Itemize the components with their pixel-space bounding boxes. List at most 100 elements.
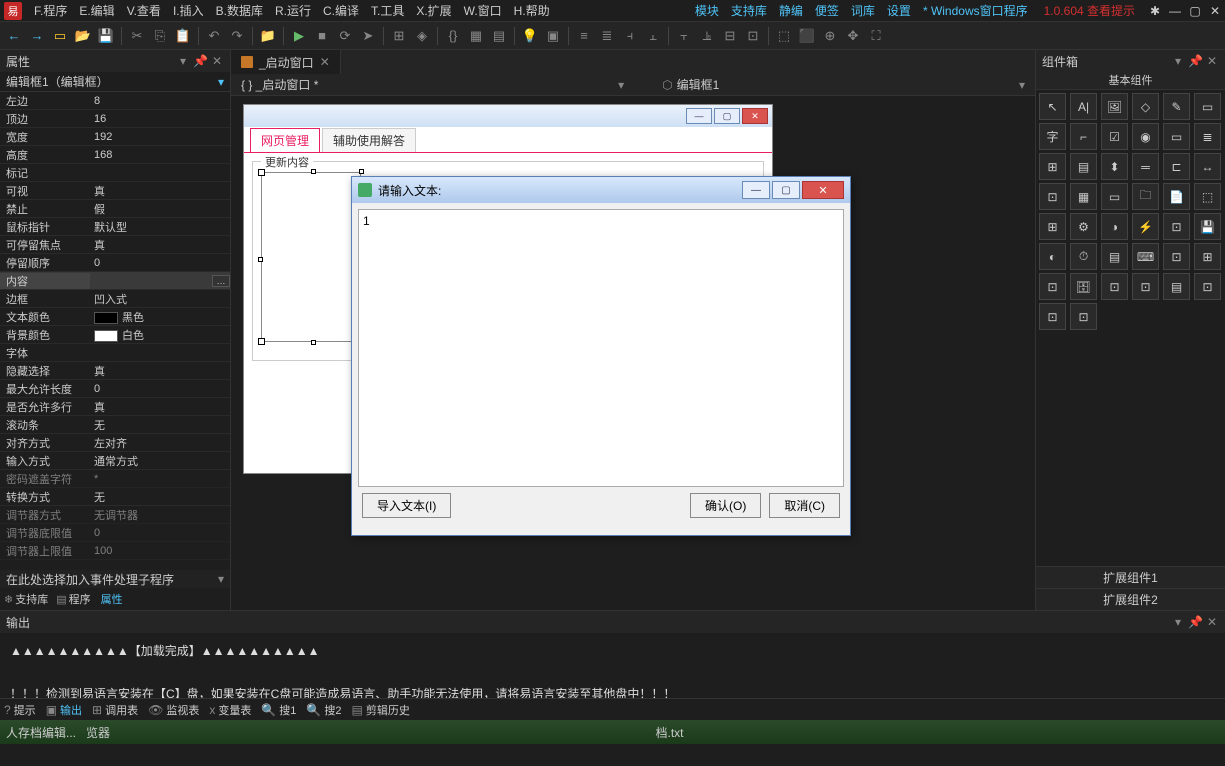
menu-link[interactable]: 设置 xyxy=(881,4,917,18)
props-tab[interactable]: ▤程序 xyxy=(56,591,90,607)
dialog-min-button[interactable]: — xyxy=(742,181,770,199)
property-value[interactable]: 真 xyxy=(90,363,230,379)
property-row[interactable]: 顶边 16 xyxy=(0,110,230,128)
min-button[interactable]: — xyxy=(686,108,712,124)
property-row[interactable]: 密码遮盖字符 * xyxy=(0,470,230,488)
property-row[interactable]: 文本颜色 黑色 xyxy=(0,308,230,326)
doc-title[interactable]: * Windows窗口程序 xyxy=(917,2,1034,19)
output-tab[interactable]: ⊞调用表 xyxy=(92,702,138,718)
component-item[interactable]: ⊡ xyxy=(1163,243,1190,270)
paste-icon[interactable]: 📋 xyxy=(173,26,193,46)
save-icon[interactable]: 💾 xyxy=(96,26,116,46)
property-value[interactable]: * xyxy=(90,473,230,485)
component-item[interactable]: ⊡ xyxy=(1039,183,1066,210)
component-item[interactable]: ⊡ xyxy=(1039,273,1066,300)
box-icon[interactable]: ▣ xyxy=(543,26,563,46)
property-row[interactable]: 可停留焦点 真 xyxy=(0,236,230,254)
property-value[interactable]: 黑色 xyxy=(90,309,230,325)
property-value[interactable]: 通常方式 xyxy=(90,453,230,469)
component-item[interactable]: ◑ xyxy=(1101,213,1128,240)
property-row[interactable]: 是否允许多行 真 xyxy=(0,398,230,416)
restart-icon[interactable]: ⟳ xyxy=(335,26,355,46)
import-text-button[interactable]: 导入文本(I) xyxy=(362,493,451,518)
component-item[interactable]: 🗀 xyxy=(1132,183,1159,210)
menu-link[interactable]: 支持库 xyxy=(725,4,773,18)
component-item[interactable]: ▭ xyxy=(1101,183,1128,210)
output-tab[interactable]: ?提示 xyxy=(4,702,36,718)
property-value[interactable]: 0 xyxy=(90,383,230,395)
component-item[interactable]: 🗄 xyxy=(1070,273,1097,300)
component-item[interactable]: ▤ xyxy=(1101,243,1128,270)
component-item[interactable]: ⏱ xyxy=(1070,243,1097,270)
component-item[interactable]: ⊡ xyxy=(1039,303,1066,330)
component-item[interactable]: ═ xyxy=(1132,153,1159,180)
property-value[interactable]: 凹入式 xyxy=(90,291,230,307)
property-value[interactable]: 无 xyxy=(90,489,230,505)
menu-item[interactable]: F.程序 xyxy=(28,4,73,18)
step-icon[interactable]: ➤ xyxy=(358,26,378,46)
property-row[interactable]: 最大允许长度 0 xyxy=(0,380,230,398)
property-row[interactable]: 调节器上限值 100 xyxy=(0,542,230,560)
component-item[interactable]: ⊡ xyxy=(1101,273,1128,300)
anchor-icon[interactable]: ✥ xyxy=(843,26,863,46)
property-row[interactable]: 高度 168 xyxy=(0,146,230,164)
property-value[interactable]: 8 xyxy=(90,95,230,107)
chevron-down-icon[interactable]: ▾ xyxy=(218,75,224,89)
component-item[interactable]: ⚙ xyxy=(1070,213,1097,240)
panel-icon[interactable]: ▤ xyxy=(489,26,509,46)
component-item[interactable]: ⊡ xyxy=(1070,303,1097,330)
component-item[interactable]: A| xyxy=(1070,93,1097,120)
menu-link[interactable]: 便签 xyxy=(809,4,845,18)
component-item[interactable]: ⌐ xyxy=(1070,123,1097,150)
center-icon[interactable]: ⊕ xyxy=(820,26,840,46)
property-row[interactable]: 调节器方式 无调节器 xyxy=(0,506,230,524)
property-row[interactable]: 转换方式 无 xyxy=(0,488,230,506)
panel-dropdown-icon[interactable]: ▾ xyxy=(1171,615,1185,629)
panel-pin-icon[interactable]: 📌 xyxy=(1188,615,1202,629)
component-item[interactable]: ≣ xyxy=(1194,123,1221,150)
object-selector[interactable]: 编辑框1（编辑框） ▾ xyxy=(0,72,230,92)
property-value[interactable]: 真 xyxy=(90,399,230,415)
taskbar-item[interactable]: 档.txt xyxy=(656,724,684,741)
align-c-icon[interactable]: ≣ xyxy=(597,26,617,46)
property-row[interactable]: 对齐方式 左对齐 xyxy=(0,434,230,452)
component-item[interactable]: ◇ xyxy=(1132,93,1159,120)
property-value[interactable]: 白色 xyxy=(90,327,230,343)
component-item[interactable]: ◐ xyxy=(1039,243,1066,270)
compbox-category[interactable]: 基本组件 xyxy=(1036,72,1225,90)
form-designer[interactable]: — ▢ ✕ 网页管理 辅助使用解答 更新内容 xyxy=(231,96,1035,610)
property-value[interactable]: 0 xyxy=(90,527,230,539)
max-button[interactable]: ▢ xyxy=(714,108,740,124)
component-item[interactable]: 📄 xyxy=(1163,183,1190,210)
copy-icon[interactable]: ⎘ xyxy=(150,26,170,46)
output-tab[interactable]: x变量表 xyxy=(209,702,251,718)
property-value[interactable]: 无 xyxy=(90,417,230,433)
menu-link[interactable]: 模块 xyxy=(689,4,725,18)
component-item[interactable]: ▦ xyxy=(1070,183,1097,210)
property-value[interactable]: 16 xyxy=(90,113,230,125)
tab-close-icon[interactable]: ✕ xyxy=(320,55,330,69)
same-h-icon[interactable]: ⊡ xyxy=(743,26,763,46)
ok-button[interactable]: 确认(O) xyxy=(690,493,761,518)
property-value[interactable]: 168 xyxy=(90,149,230,161)
crumb-dropdown-icon[interactable]: ▾ xyxy=(614,78,628,92)
layout-icon[interactable]: ▦ xyxy=(466,26,486,46)
minimize-icon[interactable]: — xyxy=(1165,4,1185,18)
breadcrumb-control[interactable]: ⬡编辑框1 xyxy=(658,76,723,93)
design-tab-help[interactable]: 辅助使用解答 xyxy=(322,128,416,152)
close-icon[interactable]: ✕ xyxy=(1205,4,1225,18)
menu-item[interactable]: C.编译 xyxy=(317,4,365,18)
component-item[interactable]: 💾 xyxy=(1194,213,1221,240)
property-value[interactable]: 0 xyxy=(90,257,230,269)
dialog-close-button[interactable]: ✕ xyxy=(802,181,844,199)
undo-icon[interactable]: ↶ xyxy=(204,26,224,46)
event-selector[interactable]: 在此处选择加入事件处理子程序▾ xyxy=(0,570,230,588)
component-item[interactable]: ⬍ xyxy=(1101,153,1128,180)
property-value[interactable]: 100 xyxy=(90,545,230,557)
menu-item[interactable]: V.查看 xyxy=(121,4,167,18)
breadcrumb-window[interactable]: { } _启动窗口 * xyxy=(237,76,322,93)
property-row[interactable]: 鼠标指针 默认型 xyxy=(0,218,230,236)
component-item[interactable]: ⊞ xyxy=(1039,153,1066,180)
output-tab[interactable]: ▣输出 xyxy=(46,702,82,718)
close-button[interactable]: ✕ xyxy=(742,108,768,124)
